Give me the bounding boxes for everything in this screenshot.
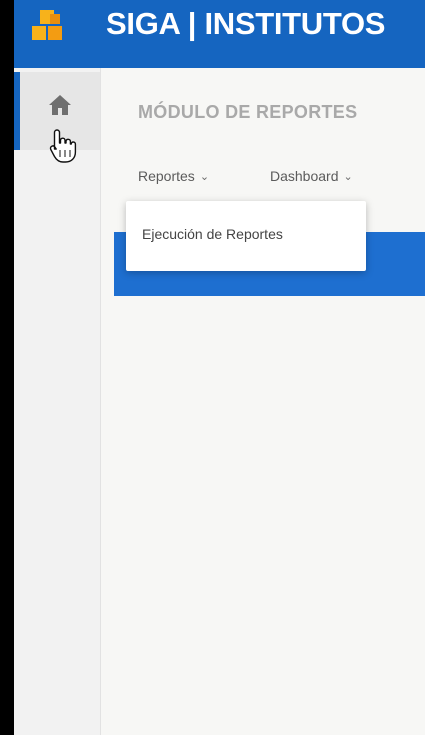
dropdown-item-ejecucion-reportes[interactable]: Ejecución de Reportes [142, 226, 283, 242]
chevron-down-icon: ⌄ [199, 171, 210, 183]
top-bar: SIGA | INSTITUTOS [14, 0, 425, 68]
logo-icon [32, 10, 62, 40]
app-window: SIGA | INSTITUTOS MÓDULO DE REPORTES Rep… [0, 0, 425, 735]
page-title: MÓDULO DE REPORTES [138, 102, 358, 122]
menu-reportes[interactable]: Reportes ⌄ [138, 168, 209, 184]
app-title: SIGA | INSTITUTOS [106, 6, 386, 41]
active-indicator [14, 72, 20, 150]
reportes-dropdown: Ejecución de Reportes [126, 201, 366, 271]
window-border [0, 0, 14, 735]
menu-dashboard-label: Dashboard [270, 168, 339, 184]
hand-cursor-icon [49, 129, 77, 163]
menu-dashboard[interactable]: Dashboard ⌄ [270, 168, 353, 184]
sidebar [14, 68, 101, 735]
chevron-down-icon: ⌄ [343, 171, 353, 183]
menu-reportes-label: Reportes [138, 168, 195, 184]
home-icon[interactable] [48, 94, 72, 116]
